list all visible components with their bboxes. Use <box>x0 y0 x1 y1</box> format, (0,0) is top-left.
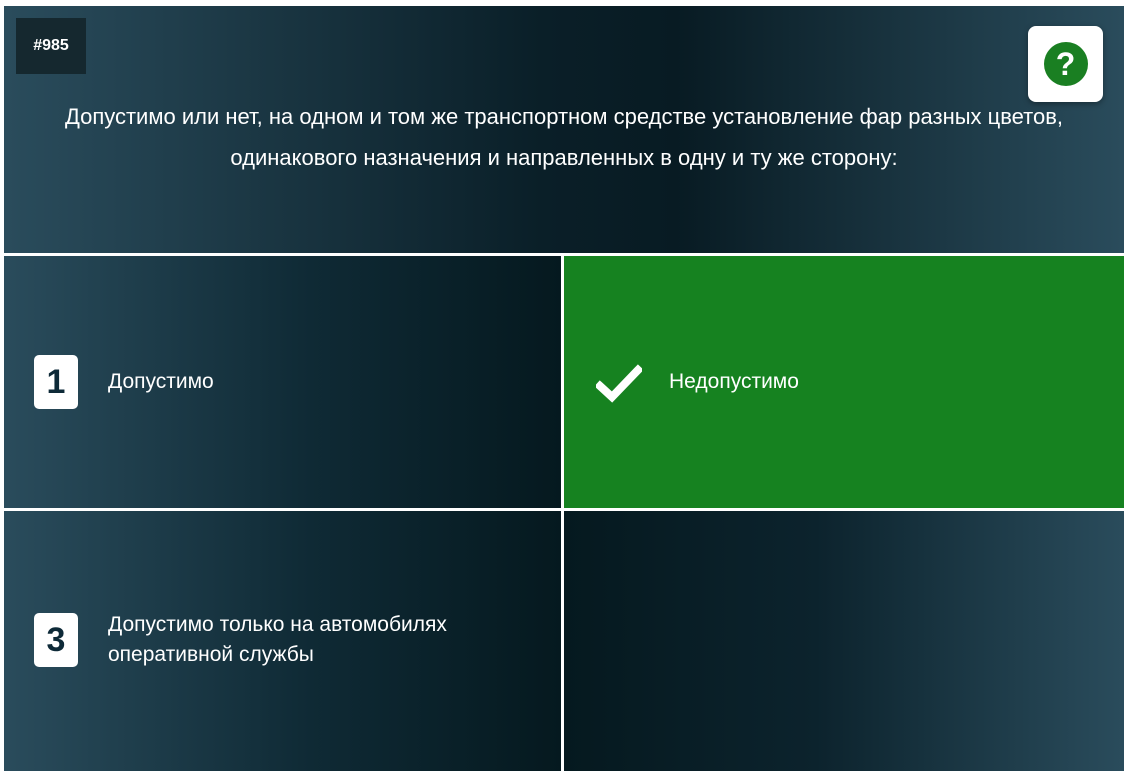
answer-option-4-empty <box>564 511 1124 771</box>
help-button[interactable]: ? <box>1028 26 1103 102</box>
answer-option-1[interactable]: 1 Допустимо <box>4 256 561 508</box>
answer-number-badge: 3 <box>34 613 78 667</box>
answer-number-badge: 1 <box>34 355 78 409</box>
answer-label: Допустимо только на автомобилях оператив… <box>108 613 447 666</box>
answer-option-2[interactable]: Недопустимо <box>564 256 1124 508</box>
question-panel: #985 ? Допустимо или нет, на одном и том… <box>4 6 1124 253</box>
answers-grid: 1 Допустимо Недопустимо 3 Допустимо толь… <box>4 256 1124 771</box>
answer-label: Допустимо <box>108 370 214 393</box>
answer-option-3[interactable]: 3 Допустимо только на автомобилях операт… <box>4 511 561 771</box>
answer-label: Недопустимо <box>669 370 799 393</box>
quiz-frame: #985 ? Допустимо или нет, на одном и том… <box>4 6 1124 771</box>
question-mark-icon: ? <box>1043 42 1088 86</box>
question-number: #985 <box>16 18 86 74</box>
checkmark-icon <box>596 364 642 403</box>
question-text: Допустимо или нет, на одном и том же тра… <box>64 104 1064 170</box>
